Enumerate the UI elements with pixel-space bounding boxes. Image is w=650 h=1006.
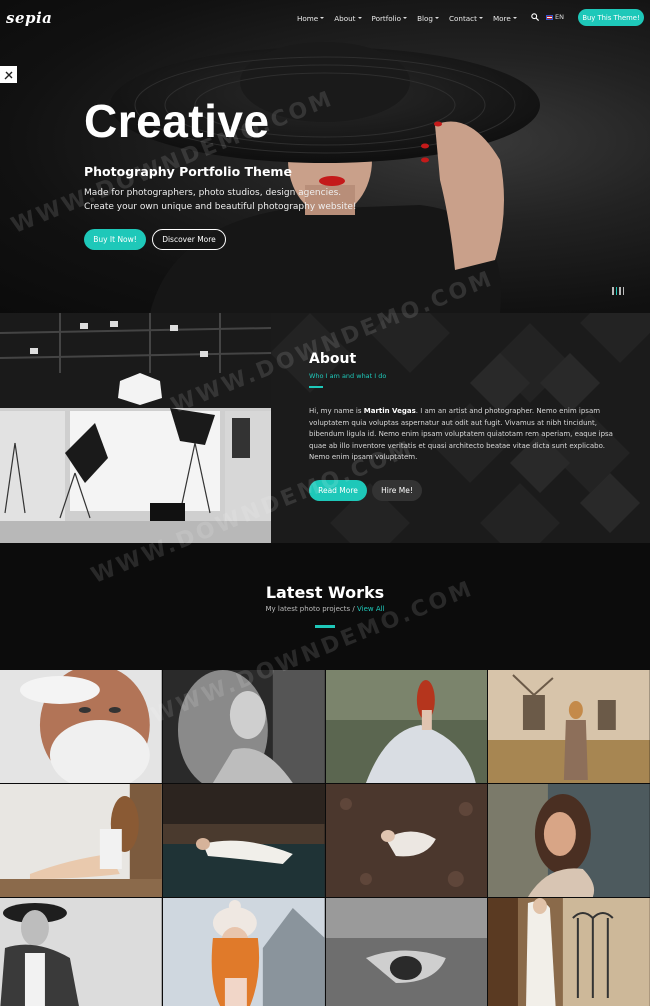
language-selector[interactable]: EN [546, 13, 564, 21]
buy-theme-button[interactable]: Buy This Theme! [578, 9, 644, 26]
gallery-item[interactable] [488, 898, 650, 1006]
chevron-down-icon [512, 17, 517, 19]
woman-forest-dress-image [325, 670, 488, 783]
read-more-button[interactable]: Read More [309, 480, 367, 501]
view-all-link[interactable]: View All [357, 605, 385, 613]
about-subtitle: Who I am and what I do [309, 372, 387, 380]
photo-studio-image [0, 313, 271, 543]
buy-it-now-button[interactable]: Buy It Now! [84, 229, 146, 250]
gallery-item[interactable] [162, 784, 325, 897]
slider-indicator[interactable] [612, 287, 624, 295]
hire-me-button[interactable]: Hire Me! [372, 480, 422, 501]
main-menu: Home About Portfolio Blog Contact More [297, 0, 527, 36]
about-divider [309, 386, 323, 388]
woman-portrait-warm-image [488, 784, 650, 897]
gallery-item[interactable] [325, 898, 488, 1006]
language-label: EN [555, 13, 564, 21]
woman-hat-bw-image [0, 898, 162, 1006]
hero-section: Creative Photography Portfolio Theme Mad… [0, 0, 650, 313]
hero-desc-line-1: Made for photographers, photo studios, d… [84, 188, 342, 198]
woman-bw-portrait-image [162, 670, 325, 783]
works-subtitle-text: My latest photo projects [265, 605, 351, 613]
about-text-body: . I am an artist and photographer. Nemo … [309, 407, 613, 461]
author-name: Martin Vegas [363, 407, 416, 415]
flag-uk-icon [546, 14, 553, 20]
about-section: About Who I am and what I do Hi, my name… [0, 313, 650, 543]
gallery-item[interactable] [162, 898, 325, 1006]
hero-model-image [110, 42, 540, 313]
menu-label: Portfolio [371, 13, 402, 23]
hero-description: Made for photographers, photo studios, d… [84, 186, 404, 214]
menu-label: Contact [448, 13, 477, 23]
gallery-item[interactable] [488, 784, 650, 897]
chevron-down-icon [320, 17, 325, 19]
gallery-item[interactable] [0, 898, 162, 1006]
gallery-item[interactable] [488, 670, 650, 783]
discover-more-button[interactable]: Discover More [152, 229, 226, 250]
hero-subtitle: Photography Portfolio Theme [84, 164, 292, 179]
works-separator: / [350, 605, 357, 613]
chevron-down-icon [357, 17, 362, 19]
chevron-down-icon [403, 17, 408, 19]
woman-lying-water-bw-image [325, 898, 488, 1006]
works-title: Latest Works [265, 583, 385, 602]
woman-balcony-lace-image [488, 898, 650, 1006]
menu-label: Home [297, 13, 319, 23]
menu-item-contact[interactable]: Contact [449, 14, 483, 23]
latest-works-section: Latest Works My latest photo projects / … [0, 543, 650, 670]
menu-item-blog[interactable]: Blog [417, 14, 439, 23]
search-icon[interactable] [531, 13, 539, 21]
menu-item-portfolio[interactable]: Portfolio [372, 14, 408, 23]
woman-sitting-window-image [0, 784, 162, 897]
slide-bar[interactable] [622, 287, 624, 295]
chevron-down-icon [434, 17, 439, 19]
menu-label: More [492, 13, 511, 23]
about-text-intro: Hi, my name is [309, 407, 364, 415]
gallery-item[interactable] [325, 784, 488, 897]
menu-item-more[interactable]: More [493, 14, 517, 23]
top-navigation: sepia Home About Portfolio Blog Contact … [0, 0, 650, 36]
gallery-item[interactable] [162, 670, 325, 783]
menu-item-home[interactable]: Home [297, 13, 325, 23]
slide-bar[interactable] [612, 287, 614, 295]
gallery-item[interactable] [0, 670, 162, 783]
portfolio-gallery [0, 670, 650, 1006]
menu-label: Blog [417, 13, 433, 23]
woman-winter-hat-image [162, 898, 325, 1006]
old-man-portrait-image [0, 670, 162, 783]
about-title: About [309, 351, 357, 367]
hero-desc-line-2: Create your own unique and beautiful pho… [84, 202, 357, 212]
gallery-item[interactable] [325, 670, 488, 783]
slide-bar-active[interactable] [615, 287, 617, 295]
menu-label: About [334, 13, 356, 23]
works-subtitle: My latest photo projects / View All [0, 605, 650, 613]
about-text: Hi, my name is Martin Vegas. I am an art… [309, 406, 619, 464]
works-divider [315, 625, 335, 628]
woman-leaves-ground-image [325, 784, 488, 897]
chevron-down-icon [478, 17, 483, 19]
menu-item-about[interactable]: About [334, 13, 362, 23]
site-logo[interactable]: sepia [6, 9, 52, 27]
woman-lying-rocks-image [162, 784, 325, 897]
hero-title: Creative [84, 95, 270, 147]
settings-tools-icon[interactable] [0, 66, 17, 83]
slide-bar[interactable] [619, 287, 621, 295]
gallery-item[interactable] [0, 784, 162, 897]
woman-windmill-field-image [488, 670, 650, 783]
